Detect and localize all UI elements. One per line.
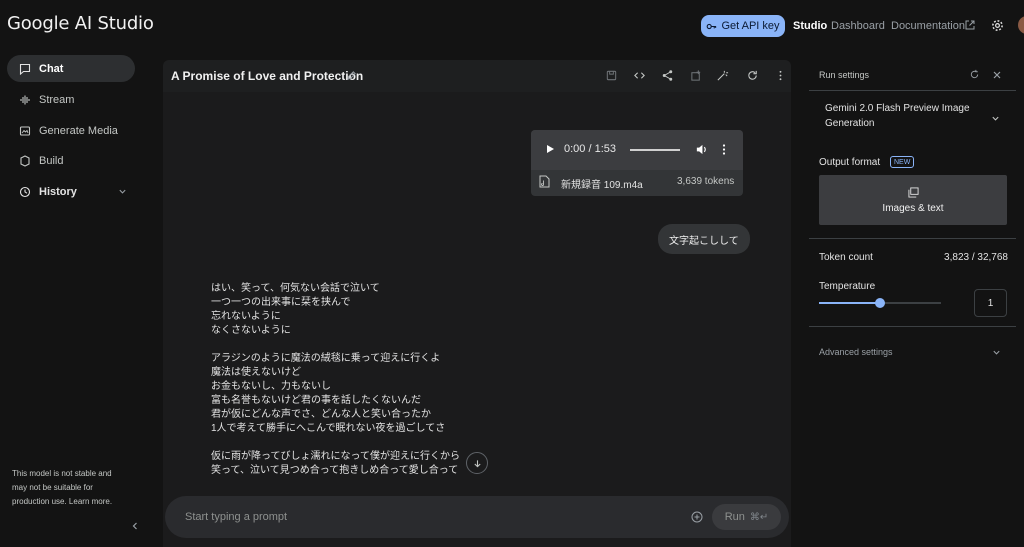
advanced-settings-toggle[interactable]: Advanced settings	[819, 347, 893, 357]
arrow-down-icon	[473, 459, 481, 467]
chevron-down-icon[interactable]	[118, 187, 127, 196]
top-bar: Google AI Studio Get API key Studio Dash…	[0, 0, 1024, 52]
output-format-option[interactable]: Images & text	[819, 175, 1007, 225]
play-icon[interactable]	[545, 144, 555, 154]
response-line: お金もないし、力もないし	[211, 381, 331, 392]
audio-attachment: 0:00 / 1:53 新規録音 109.m4a 3,639 tokens	[531, 130, 743, 196]
gear-icon[interactable]	[991, 19, 1004, 32]
app-logo[interactable]: Google AI Studio	[7, 13, 154, 34]
sidebar-item-chat[interactable]: Chat	[7, 55, 135, 82]
temperature-input[interactable]: 1	[974, 289, 1007, 317]
save-icon[interactable]	[605, 69, 618, 82]
share-icon[interactable]	[661, 69, 674, 82]
key-icon	[707, 23, 717, 29]
response-line: 君が仮にどんな声でさ、どんな人と笑い合ったか	[211, 409, 431, 420]
audio-file-icon	[539, 175, 550, 188]
new-badge: NEW	[890, 156, 915, 168]
response-line: なくさないように	[211, 325, 291, 336]
response-line: 一つ一つの出来事に栞を挟んで	[211, 297, 351, 308]
prompt-bar: Run ⌘↵	[165, 496, 789, 538]
chat-history[interactable]: 0:00 / 1:53 新規録音 109.m4a 3,639 tokens 文字…	[163, 92, 791, 547]
audio-token-count: 3,639 tokens	[677, 176, 735, 187]
sidebar-item-label: Stream	[39, 93, 75, 106]
divider	[809, 90, 1016, 91]
avatar[interactable]	[1018, 16, 1024, 34]
sidebar-item-label: Chat	[39, 62, 64, 75]
code-icon[interactable]	[633, 69, 646, 82]
sidebar-item-build[interactable]: Build	[7, 147, 135, 174]
response-line: アラジンのように魔法の絨毯に乗って迎えに行くよ	[211, 353, 441, 364]
output-format-label: Output format	[819, 157, 881, 168]
run-shortcut: ⌘↵	[749, 511, 769, 523]
response-line: はい、笑って、何気ない会話で泣いて	[211, 283, 380, 294]
chat-header: A Promise of Love and Protection	[163, 60, 791, 92]
user-message: 文字起こしして	[658, 224, 750, 254]
sidebar-item-history[interactable]: History	[7, 178, 135, 205]
sidebar-item-label: Generate Media	[39, 124, 118, 137]
sidebar-item-label: Build	[39, 154, 64, 167]
audio-time: 0:00 / 1:53	[564, 143, 616, 155]
sidebar-item-stream[interactable]: Stream	[7, 86, 135, 113]
chat-panel: A Promise of Love and Protection 0:00 / …	[163, 60, 791, 547]
prompt-input[interactable]	[185, 508, 665, 526]
sidebar-item-label: History	[39, 185, 77, 198]
response-line: 魔法は使えないけど	[211, 367, 301, 378]
divider	[809, 238, 1016, 239]
chat-title: A Promise of Love and Protection	[171, 69, 364, 83]
run-settings-title: Run settings	[819, 70, 870, 80]
images-icon	[907, 186, 919, 198]
refresh-icon[interactable]	[746, 69, 759, 82]
volume-icon[interactable]	[695, 143, 708, 156]
output-format-value: Images & text	[882, 202, 944, 214]
compare-icon[interactable]	[690, 69, 703, 82]
collapse-sidebar-icon[interactable]	[130, 521, 140, 531]
temperature-slider-thumb[interactable]	[875, 298, 885, 308]
media-icon	[19, 125, 31, 136]
chat-icon	[19, 63, 31, 75]
response-line: 忘れないように	[211, 311, 281, 322]
add-media-icon[interactable]	[691, 511, 703, 523]
nav-dashboard[interactable]: Dashboard	[831, 20, 885, 32]
more-options-icon[interactable]	[774, 69, 787, 82]
audio-player: 0:00 / 1:53	[531, 130, 743, 170]
reset-settings-icon[interactable]	[969, 69, 980, 80]
temperature-slider[interactable]	[819, 298, 941, 308]
edit-title-icon[interactable]	[346, 70, 357, 81]
audio-menu-icon[interactable]	[719, 143, 729, 156]
token-count-value: 3,823 / 32,768	[944, 252, 1008, 263]
audio-file-name: 新規録音 109.m4a	[561, 180, 643, 191]
close-icon[interactable]	[992, 70, 1002, 80]
history-icon	[19, 186, 31, 197]
run-settings-panel: Run settings Gemini 2.0 Flash Preview Im…	[809, 60, 1016, 547]
scroll-to-bottom-button[interactable]	[466, 452, 488, 474]
chevron-down-icon[interactable]	[991, 114, 1000, 123]
response-line: 1人で考えて勝手にへこんで眠れない夜を過ごしてさ	[211, 423, 446, 434]
external-link-icon	[965, 20, 975, 30]
response-paragraph: はい、笑って、何気ない会話で泣いて 一つ一つの出来事に栞を挟んで 忘れないように…	[211, 282, 511, 338]
get-api-key-button[interactable]: Get API key	[701, 15, 785, 37]
nav-documentation[interactable]: Documentation	[891, 20, 965, 32]
audio-seek-bar[interactable]	[630, 149, 680, 151]
get-api-key-label: Get API key	[721, 20, 780, 32]
token-count-label: Token count	[819, 252, 873, 263]
magic-icon[interactable]	[716, 69, 729, 82]
temperature-label: Temperature	[819, 281, 876, 292]
run-button[interactable]: Run ⌘↵	[712, 504, 781, 530]
nav-studio[interactable]: Studio	[793, 20, 827, 32]
stream-icon	[20, 95, 30, 104]
temperature-slider-fill	[819, 302, 880, 304]
sidebar-item-generate-media[interactable]: Generate Media	[7, 117, 135, 144]
divider	[809, 326, 1016, 327]
scroll-fade	[163, 474, 791, 496]
run-label: Run	[724, 511, 745, 523]
response-paragraph: アラジンのように魔法の絨毯に乗って迎えに行くよ 魔法は使えないけど お金もないし…	[211, 352, 511, 436]
chevron-down-icon[interactable]	[992, 348, 1001, 357]
model-selector[interactable]: Gemini 2.0 Flash Preview Image Generatio…	[819, 98, 1009, 138]
sidebar: Chat Stream Generate Media Build History…	[0, 52, 148, 547]
response-line: 富も名誉もないけど君の事を話したくないんだ	[211, 395, 421, 406]
build-icon	[20, 154, 30, 167]
model-stability-note: This model is not stable and may not be …	[12, 469, 113, 506]
